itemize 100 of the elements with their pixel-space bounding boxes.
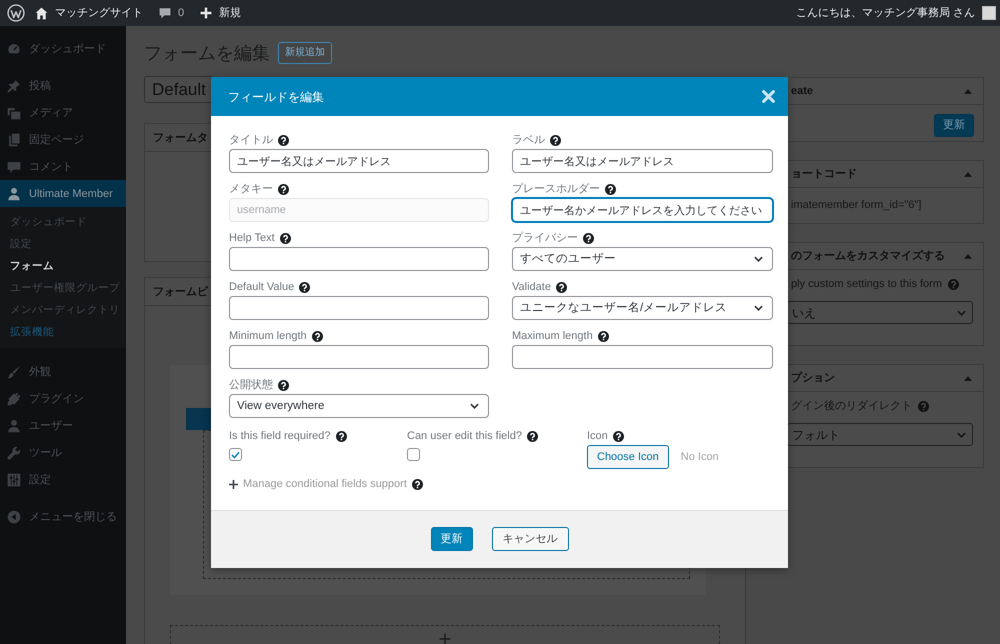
help-icon: [612, 430, 624, 442]
field-label: Can user edit this field?: [407, 429, 522, 444]
panel-title: ョートコード: [791, 167, 857, 182]
submenu-item[interactable]: メンバーディレクトリ: [0, 299, 126, 321]
chevron-down-icon: [754, 256, 763, 262]
text-field[interactable]: [512, 345, 773, 369]
menu-item[interactable]: 外観: [0, 358, 126, 385]
help-icon: [278, 134, 289, 146]
paintbrush-icon: [7, 364, 21, 378]
help-icon: [278, 380, 289, 390]
choose-icon-button[interactable]: Choose Icon: [587, 445, 669, 469]
cancel-button[interactable]: キャンセル: [492, 527, 568, 551]
help-icon: [918, 400, 929, 412]
gauge-icon: [7, 42, 21, 56]
text-field[interactable]: ユーザー名又はメールアドレス: [229, 149, 489, 173]
help-icon: [278, 184, 289, 194]
select-field[interactable]: フォルト: [787, 423, 973, 446]
help-icon: [583, 232, 594, 244]
menu-item[interactable]: ツール: [0, 439, 126, 466]
field-label: ラベル: [512, 133, 545, 148]
row-tab[interactable]: [186, 408, 212, 430]
panel-title: フォームタ: [153, 130, 208, 146]
caret-up-icon[interactable]: [964, 376, 972, 380]
text-field[interactable]: ユーザー名又はメールアドレス: [512, 149, 773, 173]
panel-title: eate: [791, 84, 814, 99]
menu-item[interactable]: 投稿: [0, 72, 126, 99]
field-label: Minimum length: [229, 329, 307, 344]
panel-title: プション: [791, 370, 835, 386]
submenu-item[interactable]: 拡張機能: [0, 321, 126, 343]
select-field[interactable]: View everywhere: [229, 394, 489, 418]
field-label: タイトル: [229, 133, 273, 148]
select-field[interactable]: ユニークなユーザー名/メールアドレス: [512, 296, 773, 320]
help-icon: [412, 478, 423, 490]
update-button[interactable]: 更新: [430, 527, 472, 551]
wrench-icon: [7, 446, 21, 460]
home-icon: [35, 6, 48, 20]
close-icon[interactable]: [762, 90, 775, 103]
icon-value: No Icon: [680, 450, 719, 465]
menu-item[interactable]: Ultimate Member: [0, 180, 126, 207]
person-icon: [7, 418, 21, 432]
collapse-menu-button[interactable]: メニューを閉じる: [0, 503, 126, 530]
comment-icon: [159, 7, 171, 19]
field-label: Is this field required?: [229, 429, 330, 444]
submenu-item[interactable]: フォーム: [0, 255, 126, 277]
field-label: Maximum length: [512, 329, 593, 344]
comment-icon: [7, 160, 21, 174]
text-field[interactable]: ユーザー名かメールアドレスを入力してください: [512, 198, 773, 222]
menu-item[interactable]: ダッシュボード: [0, 35, 126, 62]
help-icon: [948, 278, 959, 290]
select-field[interactable]: すべてのユーザー: [512, 247, 773, 271]
comments-link[interactable]: 0: [159, 0, 184, 26]
add-new-button[interactable]: 新規追加: [278, 42, 332, 64]
text-field[interactable]: [229, 296, 489, 320]
media-icon: [7, 106, 21, 120]
panel-title: のフォームをカスタマイズする: [791, 249, 945, 264]
panel-title: フォームビ: [153, 284, 208, 300]
submenu-item[interactable]: ダッシュボード: [0, 211, 126, 233]
field-label: メタキー: [229, 182, 273, 197]
help-icon: [556, 282, 567, 292]
menu-item[interactable]: 固定ページ: [0, 126, 126, 153]
left-arrow-circle-icon: [7, 510, 21, 524]
person-icon: [7, 186, 21, 200]
submenu-item[interactable]: ユーザー権限グループ: [0, 277, 126, 299]
pushpin-icon: [7, 78, 21, 92]
submenu-item[interactable]: 設定: [0, 233, 126, 255]
logo-icon[interactable]: [7, 4, 25, 22]
menu-item[interactable]: コメント: [0, 153, 126, 180]
text-field[interactable]: [229, 247, 489, 271]
plus-icon[interactable]: [439, 633, 451, 644]
plus-icon: [229, 480, 238, 488]
chevron-down-icon: [957, 310, 966, 316]
new-content-link[interactable]: 新規: [200, 0, 242, 26]
site-name-link[interactable]: マッチングサイト: [35, 0, 143, 26]
menu-item[interactable]: プラグイン: [0, 385, 126, 412]
help-icon: [605, 184, 616, 194]
select-field[interactable]: いえ: [787, 301, 973, 324]
field-label: Icon: [587, 429, 608, 444]
conditional-fields-link[interactable]: Manage conditional fields support: [243, 476, 407, 492]
dialog-title: フィールドを編集: [228, 88, 324, 104]
account-link[interactable]: こんにちは、マッチング事務局 さん: [796, 0, 996, 26]
help-icon: [280, 232, 291, 244]
menu-item[interactable]: メディア: [0, 99, 126, 126]
text-field[interactable]: [229, 345, 489, 369]
menu-item[interactable]: ユーザー: [0, 412, 126, 439]
chevron-down-icon: [754, 305, 763, 311]
plus-icon: [200, 7, 212, 19]
chevron-down-icon: [957, 432, 966, 438]
checkbox[interactable]: [407, 448, 420, 461]
field-label: プライバシー: [512, 230, 578, 246]
caret-up-icon[interactable]: [964, 254, 972, 258]
pages-icon: [7, 132, 21, 146]
plug-icon: [7, 392, 21, 406]
help-icon: [336, 430, 346, 442]
update-button[interactable]: 更新: [934, 114, 974, 137]
caret-up-icon[interactable]: [964, 172, 972, 176]
form-title-field[interactable]: Default: [144, 76, 214, 103]
chevron-down-icon: [470, 403, 479, 409]
menu-item[interactable]: 設定: [0, 466, 126, 493]
caret-up-icon[interactable]: [964, 88, 972, 94]
checkbox[interactable]: [229, 448, 242, 461]
